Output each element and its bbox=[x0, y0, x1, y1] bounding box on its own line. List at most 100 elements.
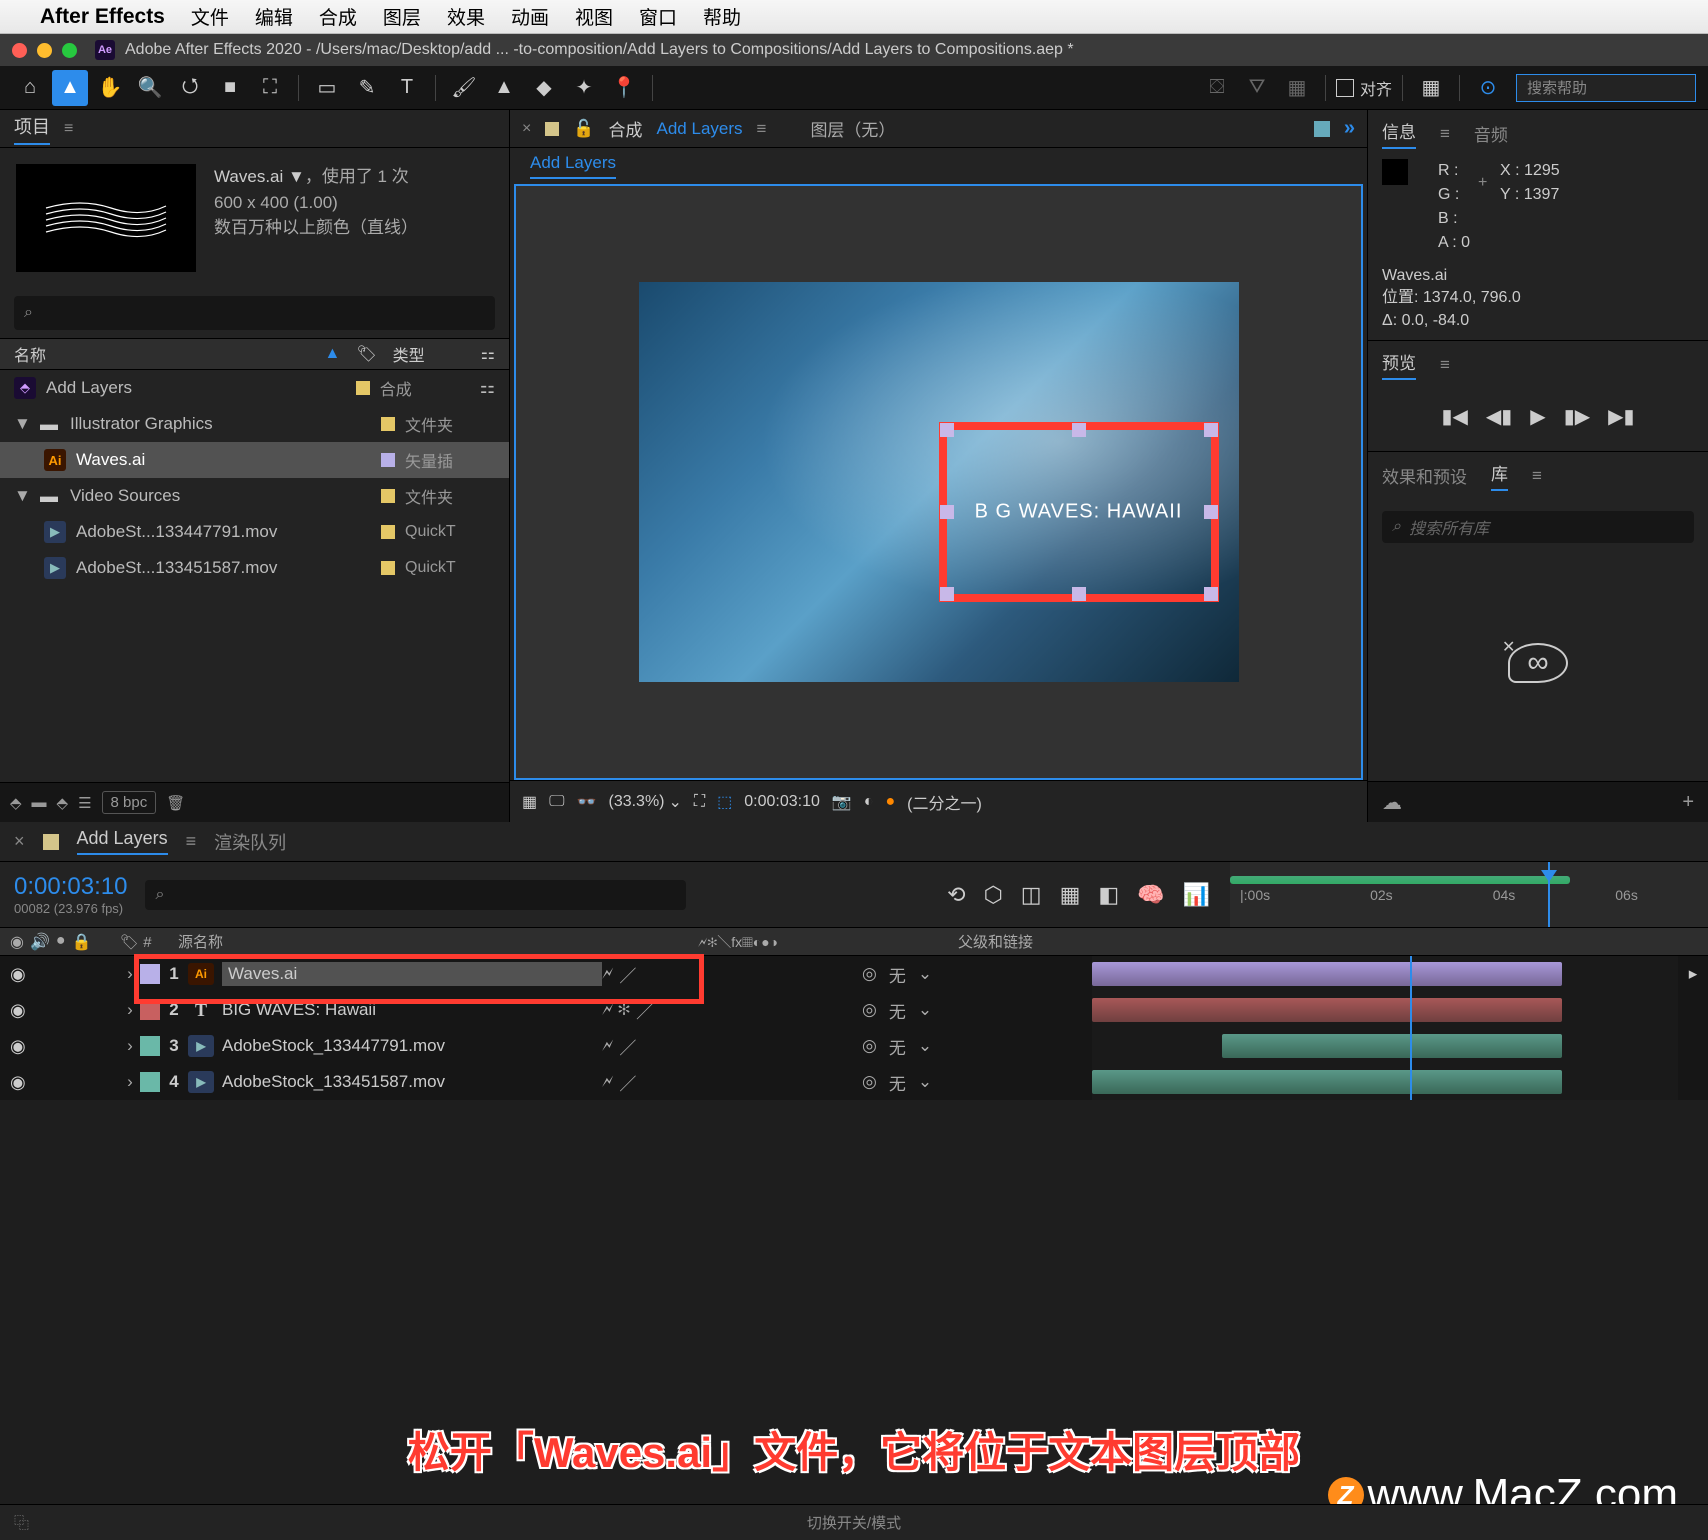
orbit-tool-icon[interactable]: ⭯ bbox=[172, 70, 208, 106]
transform-handle[interactable] bbox=[1072, 587, 1086, 601]
twisty-icon[interactable]: ▼ bbox=[14, 414, 28, 434]
motion-blur-icon[interactable]: ▦ bbox=[1060, 882, 1081, 908]
prev-frame-button[interactable]: ◀▮ bbox=[1486, 404, 1512, 429]
visibility-toggle[interactable]: ◉ bbox=[10, 1036, 26, 1057]
transform-handle[interactable] bbox=[940, 505, 954, 519]
project-row-ai[interactable]: Ai Waves.ai 矢量插 bbox=[0, 442, 509, 478]
interpret-icon[interactable]: ⬘ bbox=[10, 794, 22, 812]
project-search-input[interactable]: ⌕ bbox=[14, 296, 495, 330]
composition-viewer[interactable]: B G WAVES: HAWAII bbox=[514, 184, 1363, 780]
brain-icon[interactable]: 🧠 bbox=[1137, 882, 1164, 908]
close-tab-icon[interactable]: × bbox=[14, 831, 25, 852]
expand-icon[interactable]: ⿻ bbox=[14, 1512, 29, 1533]
lock-icon[interactable]: 🔓 bbox=[573, 119, 594, 139]
switch-mode-button[interactable]: 切换开关/模式 bbox=[807, 1512, 901, 1533]
viewer-swatch[interactable] bbox=[1314, 121, 1330, 137]
brush-tool-icon[interactable]: 🖌 bbox=[446, 70, 482, 106]
menu-effect[interactable]: 效果 bbox=[447, 3, 485, 30]
draft3d-icon[interactable]: ⬡ bbox=[984, 882, 1003, 908]
comp-tab-name[interactable]: Add Layers bbox=[657, 119, 743, 139]
twisty-icon[interactable]: › bbox=[120, 964, 140, 984]
app-name[interactable]: After Effects bbox=[40, 5, 165, 29]
label-swatch[interactable] bbox=[140, 1036, 160, 1056]
workspace-icon[interactable]: ▦ bbox=[1413, 70, 1449, 106]
3d-person-icon[interactable]: ⛛ bbox=[1239, 70, 1275, 106]
menu-composition[interactable]: 合成 bbox=[319, 3, 357, 30]
rectangle-tool-icon[interactable]: ▭ bbox=[309, 70, 345, 106]
transform-handle[interactable] bbox=[1204, 505, 1218, 519]
layer-name[interactable]: Waves.ai bbox=[222, 962, 602, 986]
timeline-ruler[interactable]: |:00s 02s 04s 06s bbox=[1230, 862, 1708, 927]
color-icon[interactable]: ● bbox=[885, 793, 895, 811]
project-row-mov[interactable]: ▶ AdobeSt...133451587.mov QuickT bbox=[0, 550, 509, 586]
timeline-layer-row[interactable]: ◉ › 1 Ai Waves.ai 🗲／ ◎无⌄ ▸ bbox=[0, 956, 1708, 992]
menu-window[interactable]: 窗口 bbox=[639, 3, 677, 30]
preview-tab[interactable]: 预览 bbox=[1382, 349, 1416, 380]
resolution-dropdown[interactable]: (二分之一) bbox=[907, 790, 982, 814]
panel-menu-icon[interactable]: ≡ bbox=[186, 831, 197, 852]
zoom-dropdown[interactable]: (33.3%) ⌄ bbox=[608, 792, 681, 812]
parent-dropdown[interactable]: 无 bbox=[889, 998, 906, 1023]
puppet-tool-icon[interactable]: 📍 bbox=[606, 70, 642, 106]
audio-column-icon[interactable]: 🔊 bbox=[30, 932, 50, 952]
parent-column[interactable]: 父级和链接 bbox=[958, 931, 1188, 952]
grid-icon[interactable]: ▦ bbox=[522, 792, 537, 812]
mask-icon[interactable]: 👓 bbox=[577, 792, 597, 812]
channel-icon[interactable]: ◐ bbox=[864, 793, 874, 811]
hand-tool-icon[interactable]: ✋ bbox=[92, 70, 128, 106]
pickwhip-icon[interactable]: ◎ bbox=[862, 1072, 877, 1092]
search-help-input[interactable]: 搜索帮助 bbox=[1516, 74, 1696, 102]
pickwhip-icon[interactable]: ◎ bbox=[862, 964, 877, 984]
pickwhip-icon[interactable]: ◎ bbox=[862, 1036, 877, 1056]
transform-handle[interactable] bbox=[940, 423, 954, 437]
pan-behind-tool-icon[interactable]: ⛶ bbox=[252, 70, 288, 106]
timeline-layer-row[interactable]: ◉ › 3 ▶ AdobeStock_133447791.mov 🗲／ ◎无⌄ bbox=[0, 1028, 1708, 1064]
twisty-icon[interactable]: ▼ bbox=[14, 486, 28, 506]
play-button[interactable]: ▶ bbox=[1530, 404, 1545, 429]
source-name-column[interactable]: 源名称 bbox=[178, 931, 698, 952]
column-type[interactable]: 类型 bbox=[393, 342, 473, 366]
last-frame-button[interactable]: ▶▮ bbox=[1608, 404, 1634, 429]
parent-dropdown[interactable]: 无 bbox=[889, 962, 906, 987]
clone-tool-icon[interactable]: ▲ bbox=[486, 70, 522, 106]
timeline-search-input[interactable]: ⌕ bbox=[145, 880, 686, 910]
next-frame-button[interactable]: ▮▶ bbox=[1564, 404, 1590, 429]
close-window-button[interactable] bbox=[12, 43, 27, 58]
panel-menu-icon[interactable]: ≡ bbox=[757, 119, 767, 139]
visibility-toggle[interactable]: ◉ bbox=[10, 1000, 26, 1021]
lock-column-icon[interactable]: 🔒 bbox=[72, 932, 92, 952]
menu-file[interactable]: 文件 bbox=[191, 3, 229, 30]
twisty-icon[interactable]: › bbox=[120, 1036, 140, 1056]
label-swatch[interactable] bbox=[381, 489, 395, 503]
minimize-window-button[interactable] bbox=[37, 43, 52, 58]
layer-bar[interactable] bbox=[1222, 1034, 1562, 1058]
label-swatch[interactable] bbox=[356, 381, 370, 395]
panel-menu-icon[interactable]: ≡ bbox=[64, 120, 73, 138]
layer-name[interactable]: AdobeStock_133447791.mov bbox=[222, 1036, 602, 1056]
panel-menu-icon[interactable]: ≡ bbox=[1532, 466, 1542, 486]
close-tab-icon[interactable]: × bbox=[522, 120, 531, 138]
effects-tab[interactable]: 效果和预设 bbox=[1382, 463, 1467, 488]
layer-bar[interactable] bbox=[1092, 998, 1562, 1022]
tag-icon[interactable]: 🏷 bbox=[356, 344, 376, 364]
menu-view[interactable]: 视图 bbox=[575, 3, 613, 30]
label-swatch[interactable] bbox=[140, 964, 160, 984]
shy-icon[interactable]: ⟲ bbox=[947, 882, 965, 908]
panel-menu-icon[interactable]: ≡ bbox=[1440, 355, 1450, 375]
chart-icon[interactable]: 📊 bbox=[1183, 882, 1210, 908]
bpc-button[interactable]: 8 bpc bbox=[102, 791, 157, 814]
current-time[interactable]: 0:00:03:10 bbox=[744, 793, 820, 811]
layer-bar[interactable] bbox=[1092, 962, 1562, 986]
asset-name[interactable]: Waves.ai ▼ bbox=[214, 167, 305, 186]
sort-icon[interactable]: ▲ bbox=[325, 345, 341, 363]
marker-icon[interactable]: ▸ bbox=[1678, 964, 1708, 984]
layer-bar[interactable] bbox=[1092, 1070, 1562, 1094]
expand-icon[interactable]: » bbox=[1344, 117, 1355, 140]
parent-dropdown[interactable]: 无 bbox=[889, 1070, 906, 1095]
visibility-toggle[interactable]: ◉ bbox=[10, 964, 26, 985]
project-row-folder[interactable]: ▼ ▬ Illustrator Graphics 文件夹 bbox=[0, 406, 509, 442]
playhead[interactable] bbox=[1548, 862, 1550, 927]
transform-handle[interactable] bbox=[1204, 423, 1218, 437]
eye-column-icon[interactable]: ◉ bbox=[10, 932, 24, 952]
3d-mesh-icon[interactable]: ▦ bbox=[1279, 70, 1315, 106]
